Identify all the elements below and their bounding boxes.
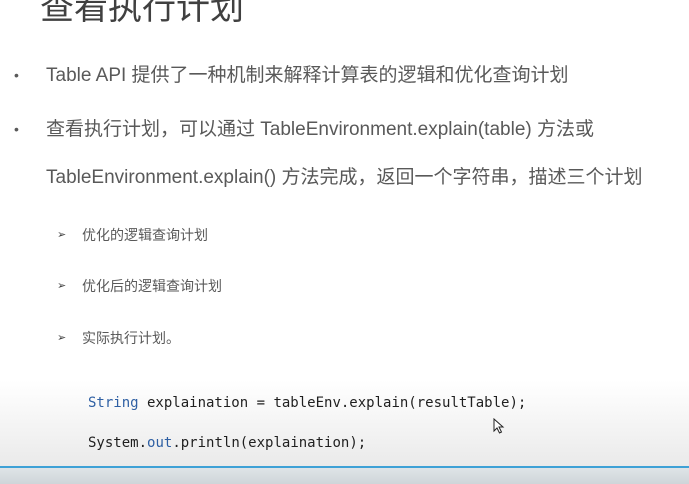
- bullet-1-text: Table API 提供了一种机制来解释计算表的逻辑和优化查询计划: [46, 65, 569, 86]
- sub-item-physical-execution-plan: 实际执行计划。: [82, 330, 180, 346]
- code-type-keyword: String: [88, 395, 139, 411]
- slide-title: 查看执行计划: [40, 0, 244, 27]
- code-field-out: out: [147, 435, 173, 451]
- bullet-2-text-line-1: 查看执行计划，可以通过 TableEnvironment.explain(tab…: [46, 119, 594, 140]
- code-line-2: System.out.println(explaination);: [88, 434, 366, 452]
- code-object: System.: [88, 435, 148, 451]
- code-line-1-rest: explaination = tableEnv.explain(resultTa…: [138, 395, 527, 411]
- arrow-bullet-icon: ➢: [57, 280, 67, 292]
- bottom-strip: [0, 468, 689, 484]
- arrow-bullet-icon: ➢: [57, 332, 67, 344]
- bullet-2-text-line-2: TableEnvironment.explain() 方法完成，返回一个字符串，…: [46, 167, 643, 188]
- code-line-2-rest: .println(explaination);: [172, 435, 367, 451]
- sub-item-optimized-logical-plan: 优化的逻辑查询计划: [82, 227, 208, 243]
- sub-item-post-optimization-plan: 优化后的逻辑查询计划: [82, 278, 222, 294]
- mouse-pointer-icon: [493, 418, 505, 434]
- bullet-dot: •: [14, 67, 19, 83]
- arrow-bullet-icon: ➢: [57, 229, 67, 241]
- code-line-1: String explaination = tableEnv.explain(r…: [88, 394, 526, 412]
- bullet-dot: •: [14, 121, 19, 137]
